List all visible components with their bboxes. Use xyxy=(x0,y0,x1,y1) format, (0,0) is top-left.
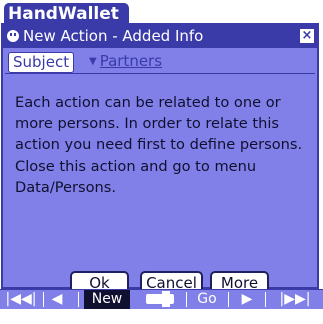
toolbar-divider xyxy=(186,292,187,307)
bottom-toolbar: |◀◀| ◀ New Go ▶ |▶▶| xyxy=(0,289,323,309)
next-record-button[interactable]: ▶ xyxy=(236,290,258,309)
info-message: Each action can be related to one or mor… xyxy=(15,94,303,196)
previous-record-button[interactable]: ◀ xyxy=(46,290,68,309)
toolbar-divider xyxy=(265,292,266,307)
go-button[interactable]: Go xyxy=(192,290,222,309)
tab-divider xyxy=(5,73,315,74)
dropdown-arrow-icon: ▼ xyxy=(89,56,97,67)
last-record-button[interactable]: |▶▶| xyxy=(272,290,318,309)
tab-partners[interactable]: ▼ Partners xyxy=(89,52,162,71)
tab-row: Subject ▼ Partners xyxy=(3,48,317,74)
toolbar-divider xyxy=(78,292,79,307)
toolbar-divider xyxy=(228,292,229,307)
close-icon[interactable]: × xyxy=(300,29,314,43)
dialog-titlebar: New Action - Added Info × xyxy=(3,25,317,48)
toolbar-divider xyxy=(43,292,44,307)
dialog-title: New Action - Added Info xyxy=(23,27,204,45)
toggle-icon[interactable] xyxy=(140,290,180,309)
app-title: HandWallet xyxy=(4,3,129,23)
info-icon xyxy=(7,30,19,42)
palm-screen: HandWallet New Action - Added Info × Sub… xyxy=(0,0,323,324)
new-button[interactable]: New xyxy=(84,290,130,309)
tab-partners-label: Partners xyxy=(99,52,163,70)
first-record-button[interactable]: |◀◀| xyxy=(2,290,40,309)
tab-subject[interactable]: Subject xyxy=(8,52,75,73)
new-action-dialog: New Action - Added Info × Subject ▼ Partn… xyxy=(1,23,319,295)
